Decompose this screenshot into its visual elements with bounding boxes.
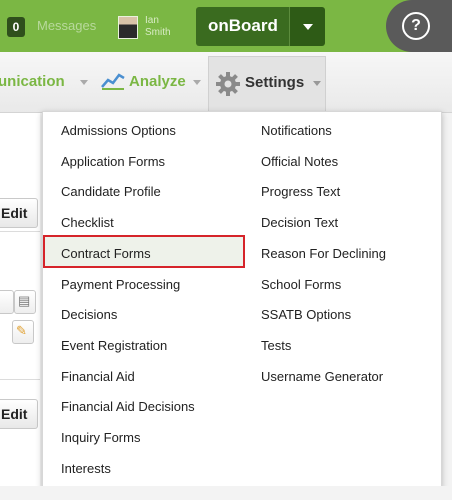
menu-item-tests[interactable]: Tests (261, 336, 291, 356)
small-button[interactable] (0, 290, 14, 314)
main-nav: unication Analyze Settings (0, 52, 452, 113)
user-name[interactable]: Ian Smith (145, 15, 171, 39)
chevron-down-icon (303, 24, 313, 30)
nav-settings-tab[interactable]: Settings (208, 56, 326, 113)
analyze-chart-icon (101, 73, 125, 90)
app-switcher-label: onBoard (208, 16, 278, 35)
edit-button-label: Edit (1, 205, 28, 221)
edit-button-label-2: Edit (1, 406, 28, 422)
menu-item-school-forms[interactable]: School Forms (261, 275, 341, 295)
chevron-down-icon (193, 80, 201, 85)
pencil-button[interactable]: ✎ (12, 320, 34, 344)
nav-settings: Settings (245, 74, 305, 91)
user-avatar[interactable] (118, 16, 138, 39)
divider (0, 379, 40, 380)
chevron-down-icon (313, 81, 321, 86)
divider (0, 231, 40, 232)
page-bottom-strip (0, 486, 452, 500)
menu-item-ssatb-options[interactable]: SSATB Options (261, 305, 351, 325)
edit-button-2[interactable]: Edit (0, 399, 38, 429)
user-last-name: Smith (145, 27, 171, 38)
menu-item-candidate-profile[interactable]: Candidate Profile (61, 182, 161, 202)
menu-item-inquiry-forms[interactable]: Inquiry Forms (61, 428, 140, 448)
help-icon[interactable]: ? (402, 12, 430, 40)
messages-link[interactable]: Messages (37, 18, 96, 33)
menu-item-interests[interactable]: Interests (61, 459, 111, 479)
pencil-icon: ✎ (16, 323, 27, 338)
menu-item-admissions-options[interactable]: Admissions Options (61, 121, 176, 141)
menu-item-application-forms[interactable]: Application Forms (61, 152, 165, 172)
app-switcher[interactable]: onBoard (196, 7, 325, 46)
menu-item-decision-text[interactable]: Decision Text (261, 213, 338, 233)
menu-item-event-registration[interactable]: Event Registration (61, 336, 167, 356)
menu-item-notifications[interactable]: Notifications (261, 121, 332, 141)
menu-item-contract-forms[interactable]: Contract Forms (61, 244, 151, 264)
top-bar: 0 Messages Ian Smith onBoard ? (0, 0, 452, 52)
messages-count-badge[interactable]: 0 (7, 17, 25, 37)
page-content-fragment: Edit ▤ ✎ Edit (0, 113, 40, 500)
menu-item-official-notes[interactable]: Official Notes (261, 152, 338, 172)
menu-item-financial-aid[interactable]: Financial Aid (61, 367, 135, 387)
gear-icon (216, 72, 240, 96)
edit-button[interactable]: Edit (0, 198, 38, 228)
menu-item-decisions[interactable]: Decisions (61, 305, 117, 325)
menu-item-financial-aid-decisions[interactable]: Financial Aid Decisions (61, 397, 195, 417)
menu-item-username-generator[interactable]: Username Generator (261, 367, 383, 387)
menu-item-progress-text[interactable]: Progress Text (261, 182, 340, 202)
chevron-down-icon (80, 80, 88, 85)
help-area: ? (386, 0, 452, 52)
list-icon: ▤ (18, 293, 31, 308)
menu-item-checklist[interactable]: Checklist (61, 213, 114, 233)
settings-dropdown-menu: Admissions Options Application Forms Can… (42, 111, 442, 488)
nav-communication[interactable]: unication (0, 73, 65, 90)
menu-item-reason-for-declining[interactable]: Reason For Declining (261, 244, 386, 264)
nav-analyze[interactable]: Analyze (129, 73, 186, 90)
app-switcher-dropdown-button[interactable] (289, 7, 325, 46)
user-first-name: Ian (145, 15, 159, 26)
menu-item-payment-processing[interactable]: Payment Processing (61, 275, 180, 295)
list-view-button[interactable]: ▤ (14, 290, 36, 314)
